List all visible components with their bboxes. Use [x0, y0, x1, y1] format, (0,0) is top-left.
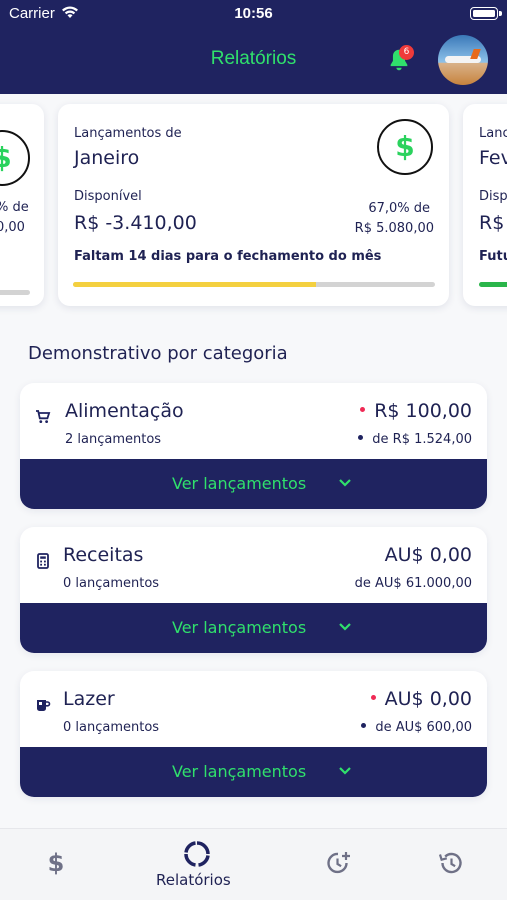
- category-budget-text: de R$ 1.524,00: [372, 432, 472, 447]
- card-progress-track: [73, 282, 435, 287]
- app-header: Carrier 10:56 Relatórios 6: [0, 0, 507, 94]
- card-label: Lanc: [479, 126, 507, 141]
- tab-reports-label: Relatórios: [156, 871, 231, 889]
- chevron-down-icon: [339, 479, 351, 487]
- category-card-receitas: Receitas 0 lançamentos AU$ 0,00 de AU$ 6…: [20, 527, 487, 653]
- card-month: Janeiro: [74, 147, 140, 169]
- dollar-icon: $: [48, 849, 65, 877]
- category-count: 0 lançamentos: [63, 576, 160, 591]
- category-value-text: AU$ 0,00: [384, 688, 472, 710]
- view-entries-button[interactable]: Ver lançamentos: [20, 603, 487, 653]
- category-budget: de AU$ 600,00: [361, 720, 472, 735]
- card-month: Fev: [479, 147, 507, 169]
- view-entries-label: Ver lançamentos: [172, 474, 307, 493]
- dollar-circle-icon: $: [0, 130, 30, 186]
- section-title: Demonstrativo por categoria: [28, 343, 288, 364]
- card-total: R$ 5.080,00: [354, 221, 434, 236]
- category-value-text: R$ 100,00: [374, 400, 472, 422]
- avatar[interactable]: [438, 35, 488, 85]
- month-card-next[interactable]: Lanc Fev Disp R$ Futu: [463, 104, 507, 306]
- history-icon: [438, 852, 462, 874]
- battery-icon: [470, 7, 502, 20]
- cart-icon: [36, 410, 51, 423]
- history-add-icon: [327, 852, 350, 874]
- chevron-down-icon: [339, 767, 351, 775]
- card-percent: % de: [0, 200, 29, 215]
- month-card-current[interactable]: Lançamentos de Janeiro $ Disponível R$ -…: [58, 104, 449, 306]
- card-label: Lançamentos de: [74, 126, 182, 141]
- over-dot: [370, 695, 376, 700]
- category-name: Lazer: [63, 688, 115, 710]
- card-total: 0,00: [0, 220, 25, 235]
- status-bar: Carrier 10:56: [0, 0, 507, 28]
- tab-bar: $ Relatórios: [0, 828, 507, 900]
- tab-history[interactable]: [414, 829, 488, 900]
- view-entries-label: Ver lançamentos: [172, 618, 307, 637]
- closing-note: Futu: [479, 249, 507, 264]
- view-entries-label: Ver lançamentos: [172, 762, 307, 781]
- budget-dot: [361, 723, 367, 728]
- notification-badge: 6: [399, 45, 414, 60]
- category-name: Receitas: [63, 544, 144, 566]
- category-count: 2 lançamentos: [65, 432, 162, 447]
- category-name: Alimentação: [65, 400, 184, 422]
- category-budget-text: de AU$ 600,00: [375, 720, 472, 735]
- category-value: AU$ 0,00: [370, 688, 472, 710]
- available-label: Disponível: [74, 189, 142, 204]
- card-progress-track: [479, 282, 507, 287]
- tab-reports[interactable]: Relatórios: [150, 829, 244, 900]
- available-amount: R$: [479, 212, 505, 234]
- budget-dot: [358, 435, 364, 440]
- clock: 10:56: [234, 5, 273, 22]
- tab-dollar[interactable]: $: [20, 829, 94, 900]
- month-carousel[interactable]: $ % de 0,00 Lançamentos de Janeiro $ Dis…: [0, 94, 507, 326]
- available-amount: R$ -3.410,00: [74, 212, 197, 234]
- svg-text:$: $: [48, 849, 65, 877]
- view-entries-button[interactable]: Ver lançamentos: [20, 747, 487, 797]
- category-budget: de AU$ 61.000,00: [354, 576, 472, 591]
- calculator-icon: [37, 553, 49, 569]
- tab-add-history[interactable]: [300, 829, 374, 900]
- month-card-previous[interactable]: $ % de 0,00: [0, 104, 44, 306]
- card-percent: 67,0% de: [368, 201, 430, 216]
- view-entries-button[interactable]: Ver lançamentos: [20, 459, 487, 509]
- reports-ring-icon: [184, 841, 210, 867]
- mug-icon: [37, 700, 51, 711]
- category-card-alimentacao: Alimentação 2 lançamentos R$ 100,00 de R…: [20, 383, 487, 509]
- page-title: Relatórios: [210, 48, 297, 69]
- category-count: 0 lançamentos: [63, 720, 160, 735]
- card-progress-fill: [73, 282, 316, 287]
- dollar-circle-icon: $: [377, 119, 433, 175]
- closing-note: Faltam 14 dias para o fechamento do mês: [74, 249, 382, 264]
- category-card-lazer: Lazer 0 lançamentos AU$ 0,00 de AU$ 600,…: [20, 671, 487, 797]
- chevron-down-icon: [339, 623, 351, 631]
- card-progress-track: [0, 290, 30, 295]
- category-budget: de R$ 1.524,00: [358, 432, 472, 447]
- over-dot: [360, 407, 366, 412]
- category-value: AU$ 0,00: [384, 544, 472, 566]
- category-value: R$ 100,00: [360, 400, 472, 422]
- available-label: Disp: [479, 189, 507, 204]
